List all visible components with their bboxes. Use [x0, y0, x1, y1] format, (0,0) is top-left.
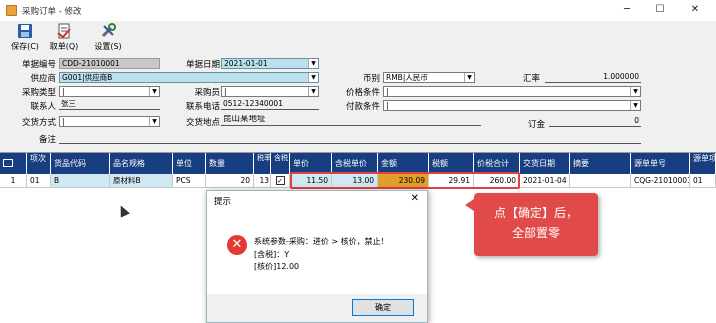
- cell-srcno[interactable]: CQG-21010001: [631, 174, 690, 188]
- col-header-total[interactable]: 价税合计: [474, 153, 520, 174]
- price-condition-select[interactable]: | ▼: [383, 86, 641, 97]
- contact-label: 联系人: [30, 102, 56, 112]
- dropdown-arrow-icon[interactable]: ▼: [630, 87, 640, 96]
- buyer-select[interactable]: | ▼: [221, 86, 319, 97]
- col-header-summary[interactable]: 摘要: [570, 153, 631, 174]
- col-header-code[interactable]: 货品代码: [51, 153, 110, 174]
- error-x-icon: ✕: [227, 235, 247, 255]
- contact-field[interactable]: 张三: [59, 99, 160, 110]
- cell-code[interactable]: B: [51, 174, 110, 188]
- window-title: 采购订单 - 修改: [22, 7, 82, 17]
- remark-label: 备注: [38, 135, 56, 145]
- dropdown-arrow-icon[interactable]: ▼: [149, 87, 159, 96]
- col-header-delivery[interactable]: 交货日期: [520, 153, 570, 174]
- rate-label: 汇率: [522, 74, 540, 84]
- annotation-callout: 点【确定】后， 全部置零: [465, 193, 598, 256]
- cell-srcidx[interactable]: 01: [690, 174, 716, 188]
- delivery-place-label: 交货地点: [185, 118, 220, 128]
- dialog-footer: 确定: [207, 294, 427, 322]
- payment-condition-label: 付款条件: [345, 102, 380, 112]
- col-header-price[interactable]: 单价: [290, 153, 332, 174]
- dialog-message-line-1: 系统参数-采购：进价 > 核价，禁止！: [254, 237, 389, 246]
- order-date-field[interactable]: 2021-01-01 ▼: [221, 58, 319, 69]
- col-header-tax[interactable]: 税额: [429, 153, 474, 174]
- dialog-message-line-2: [含税]：Y: [254, 250, 290, 259]
- settings-button[interactable]: 设置(S): [89, 23, 127, 55]
- phone-label: 联系电话: [185, 102, 220, 112]
- cell-delivery[interactable]: 2021-01-04: [520, 174, 570, 188]
- col-header-taxrate[interactable]: 税率: [254, 153, 271, 174]
- alert-dialog: 提示 ✕ ✕ 系统参数-采购：进价 > 核价，禁止！ [含税]：Y [核价]12…: [206, 190, 428, 323]
- phone-field[interactable]: 0512-12340001: [221, 99, 319, 110]
- col-header-srcno[interactable]: 源单单号: [631, 153, 690, 174]
- dropdown-arrow-icon[interactable]: ▼: [308, 73, 318, 82]
- deposit-label: 订金: [527, 120, 545, 130]
- buyer-label: 采购员: [194, 88, 220, 98]
- dropdown-arrow-icon[interactable]: ▼: [149, 117, 159, 126]
- delivery-place-field[interactable]: 昆山某地址: [221, 115, 481, 126]
- supplier-field[interactable]: G001|供应商B ▼: [59, 72, 319, 83]
- close-icon[interactable]: ✕: [680, 2, 710, 18]
- col-header-idx[interactable]: 项次: [27, 153, 51, 174]
- order-no-field: CDD-21010001: [59, 58, 160, 69]
- cell-idx[interactable]: 01: [27, 174, 51, 188]
- purchase-order-window: 采购订单 - 修改 ─ ☐ ✕ 保存(C) 取单(Q) 设置(S) 单据编号 C…: [0, 0, 716, 323]
- document-fetch-icon: [56, 23, 72, 39]
- cell-qty[interactable]: 20: [206, 174, 254, 188]
- cell-summary[interactable]: [570, 174, 631, 188]
- supplier-label: 供应商: [30, 74, 56, 84]
- col-header-taxprice[interactable]: 含税单价: [332, 153, 378, 174]
- delivery-method-select[interactable]: | ▼: [59, 116, 160, 127]
- app-icon: [6, 5, 17, 16]
- save-button[interactable]: 保存(C): [6, 23, 44, 55]
- col-header-unit[interactable]: 单位: [173, 153, 206, 174]
- callout-line-2: 全部置零: [511, 226, 560, 240]
- currency-select[interactable]: RMB|人民币 ▼: [383, 72, 475, 83]
- price-condition-label: 价格条件: [345, 88, 380, 98]
- cell-taxinc[interactable]: ✓: [271, 174, 290, 188]
- fetch-order-button[interactable]: 取单(Q): [45, 23, 83, 55]
- remark-field[interactable]: [59, 133, 641, 144]
- deposit-field[interactable]: 0: [549, 116, 641, 127]
- tools-icon: [100, 23, 116, 39]
- cell-unit[interactable]: PCS: [173, 174, 206, 188]
- dropdown-arrow-icon[interactable]: ▼: [630, 101, 640, 110]
- minimize-icon[interactable]: ─: [612, 2, 642, 18]
- payment-condition-select[interactable]: | ▼: [383, 100, 641, 111]
- order-no-label: 单据编号: [21, 60, 56, 70]
- toolbar: 保存(C) 取单(Q) 设置(S): [0, 21, 716, 57]
- dropdown-arrow-icon[interactable]: ▼: [308, 87, 318, 96]
- close-icon[interactable]: ✕: [411, 193, 419, 204]
- dialog-message-line-3: [核价]12.00: [254, 262, 300, 271]
- col-header-srcidx[interactable]: 源单项次: [690, 153, 716, 174]
- purchase-type-label: 采购类型: [21, 88, 56, 98]
- title-bar: 采购订单 - 修改 ─ ☐ ✕: [0, 0, 716, 21]
- ok-button[interactable]: 确定: [352, 299, 414, 316]
- col-header-qty[interactable]: 数量: [206, 153, 254, 174]
- floppy-disk-icon: [17, 23, 33, 39]
- exchange-rate-field[interactable]: 1.000000: [545, 72, 641, 83]
- callout-line-1: 点【确定】后，: [493, 206, 578, 220]
- currency-label: 币别: [362, 74, 380, 84]
- row-number: 1: [0, 174, 27, 188]
- dropdown-arrow-icon[interactable]: ▼: [308, 59, 318, 68]
- col-header-taxinc[interactable]: 含税: [271, 153, 290, 174]
- col-header-name[interactable]: 品名规格: [110, 153, 173, 174]
- order-date-label: 单据日期: [185, 60, 220, 70]
- grid-menu-icon[interactable]: [3, 159, 13, 167]
- col-header-amount[interactable]: 金额: [378, 153, 429, 174]
- delivery-method-label: 交货方式: [21, 118, 56, 128]
- dialog-title: 提示: [214, 197, 232, 207]
- checkbox-checked-icon[interactable]: ✓: [275, 176, 285, 185]
- cell-taxrate[interactable]: 13: [254, 174, 271, 188]
- grid-header: 项次 货品代码 品名规格 单位 数量 税率 含税 单价 含税单价 金额 税额 价…: [0, 153, 716, 174]
- purchase-type-select[interactable]: | ▼: [59, 86, 160, 97]
- grid-corner: [0, 153, 27, 174]
- maximize-icon[interactable]: ☐: [645, 2, 675, 18]
- cell-name[interactable]: 原材料B: [110, 174, 173, 188]
- dropdown-arrow-icon[interactable]: ▼: [464, 73, 474, 82]
- highlight-box: [290, 172, 520, 189]
